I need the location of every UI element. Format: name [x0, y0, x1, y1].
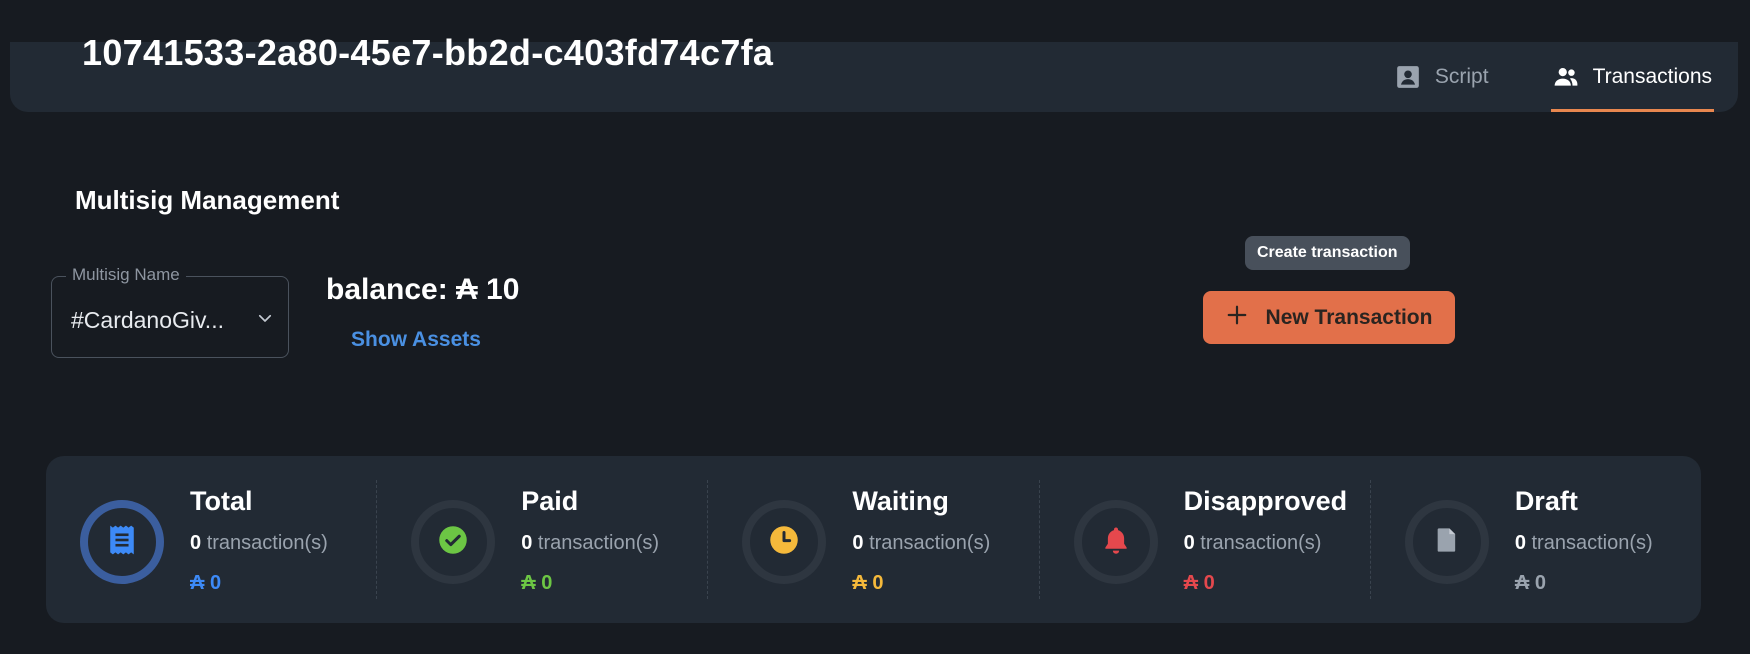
stat-title: Paid	[521, 486, 579, 516]
draft-ring	[1404, 500, 1489, 584]
transaction-stats-panel: Total 0 transaction(s) ₳ 0 Paid 0 transa…	[46, 456, 1701, 623]
receipt-icon	[106, 523, 138, 562]
tab-transactions-label: Transactions	[1592, 65, 1712, 88]
paid-ring	[411, 500, 496, 584]
users-icon	[1553, 64, 1579, 90]
check-circle-icon	[438, 525, 468, 560]
document-icon	[1433, 525, 1461, 560]
tab-bar: Script Transactions	[1333, 42, 1715, 112]
multisig-name-label: Multisig Name	[66, 265, 186, 285]
stat-amount: ₳ 0	[190, 572, 222, 594]
multisig-name-value: #CardanoGiv...	[71, 307, 224, 333]
plus-icon	[1226, 304, 1248, 332]
chevron-down-icon	[256, 309, 274, 327]
show-assets-link[interactable]: Show Assets	[351, 328, 481, 352]
stat-amount: ₳ 0	[1183, 572, 1215, 594]
waiting-ring	[742, 500, 827, 584]
stat-paid: Paid 0 transaction(s) ₳ 0	[377, 480, 709, 599]
total-ring	[80, 500, 164, 584]
create-transaction-tooltip: Create transaction	[1245, 236, 1410, 270]
tab-script-label: Script	[1434, 65, 1489, 88]
stat-count: 0 transaction(s)	[1514, 532, 1653, 554]
bell-icon	[1101, 525, 1131, 560]
stat-count: 0 transaction(s)	[1183, 532, 1322, 554]
stat-title: Total	[190, 486, 253, 516]
new-transaction-button[interactable]: New Transaction	[1203, 291, 1455, 344]
stat-title: Waiting	[852, 486, 949, 516]
stat-total: Total 0 transaction(s) ₳ 0	[46, 480, 378, 599]
disapproved-ring	[1073, 500, 1158, 584]
stat-disapproved: Disapproved 0 transaction(s) ₳ 0	[1040, 480, 1371, 599]
stat-title: Draft	[1514, 486, 1578, 516]
stat-title: Disapproved	[1183, 486, 1348, 516]
section-title: Multisig Management	[75, 185, 340, 215]
stat-amount: ₳ 0	[521, 572, 553, 594]
stat-amount: ₳ 0	[1514, 572, 1546, 594]
portrait-icon	[1395, 64, 1421, 90]
new-transaction-label: New Transaction	[1265, 305, 1433, 329]
stat-count: 0 transaction(s)	[852, 532, 991, 554]
balance-label: balance: ₳ 10	[326, 273, 520, 306]
stat-amount: ₳ 0	[852, 572, 884, 594]
stat-count: 0 transaction(s)	[521, 532, 660, 554]
stat-count: 0 transaction(s)	[190, 532, 328, 554]
page-title: 10741533-2a80-45e7-bb2d-c403fd74c7fa	[82, 32, 774, 73]
multisig-name-select[interactable]: Multisig Name #CardanoGiv...	[51, 265, 289, 358]
tab-transactions[interactable]: Transactions	[1550, 42, 1715, 112]
stat-waiting: Waiting 0 transaction(s) ₳ 0	[708, 480, 1040, 599]
clock-icon	[769, 525, 799, 560]
stat-draft: Draft 0 transaction(s) ₳ 0	[1371, 480, 1701, 599]
tab-script[interactable]: Script	[1393, 42, 1491, 112]
